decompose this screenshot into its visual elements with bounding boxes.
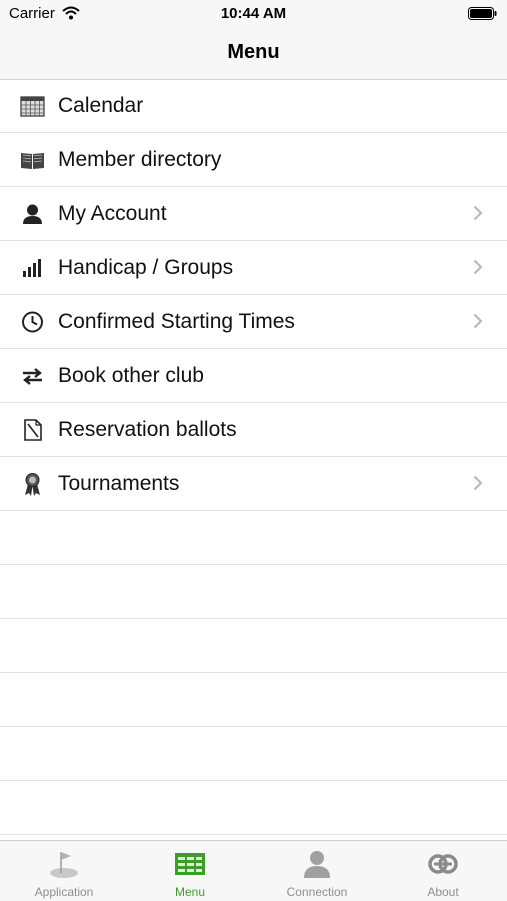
menu-item-label: Calendar: [58, 94, 144, 117]
status-time: 10:44 AM: [220, 5, 287, 22]
award-ribbon-icon: [25, 473, 40, 496]
tab-label: Menu: [174, 885, 206, 899]
tab-connection[interactable]: Connection: [254, 841, 380, 901]
bar-chart-icon: [23, 259, 41, 277]
tab-label: About: [427, 885, 459, 899]
battery-icon: [468, 7, 497, 20]
menu-grid-icon: [175, 853, 205, 875]
chevron-right-icon: [473, 313, 483, 329]
menu-item-confirmed-starting-times[interactable]: Confirmed Starting Times: [0, 295, 507, 349]
empty-row: [0, 727, 507, 781]
calendar-icon: [20, 96, 45, 117]
menu-item-label: Handicap / Groups: [58, 256, 234, 279]
ballot-icon: [24, 419, 42, 441]
menu-item-label: Reservation ballots: [58, 418, 237, 441]
menu-item-label: Member directory: [58, 148, 222, 171]
user-icon: [23, 204, 42, 224]
chevron-right-icon: [473, 259, 483, 275]
tab-menu[interactable]: Menu: [127, 841, 253, 901]
book-icon: [21, 153, 44, 169]
empty-row: [0, 673, 507, 727]
menu-item-tournaments[interactable]: Tournaments: [0, 457, 507, 511]
menu-list: Calendar Member directory My Account Han…: [0, 79, 507, 835]
menu-item-label: Book other club: [58, 364, 204, 387]
chevron-right-icon: [473, 475, 483, 491]
menu-item-reservation-ballots[interactable]: Reservation ballots: [0, 403, 507, 457]
menu-item-label: Confirmed Starting Times: [58, 310, 295, 333]
empty-row: [0, 565, 507, 619]
golf-flag-icon: [50, 852, 78, 878]
tab-label: Connection: [286, 885, 348, 899]
tab-bar: Application Menu Connection About: [0, 840, 507, 901]
person-icon: [304, 851, 330, 878]
tab-about[interactable]: About: [380, 841, 506, 901]
status-bar: Carrier 10:44 AM: [0, 0, 507, 28]
menu-item-calendar[interactable]: Calendar: [0, 79, 507, 133]
empty-row: [0, 619, 507, 673]
menu-item-label: My Account: [58, 202, 167, 225]
clock-icon: [22, 311, 43, 333]
page-title: Menu: [227, 41, 280, 63]
empty-row: [0, 781, 507, 835]
menu-item-label: Tournaments: [58, 472, 180, 495]
menu-item-member-directory[interactable]: Member directory: [0, 133, 507, 187]
menu-item-my-account[interactable]: My Account: [0, 187, 507, 241]
swap-arrows-icon: [23, 368, 42, 385]
tab-application[interactable]: Application: [1, 841, 127, 901]
tab-label: Application: [34, 885, 94, 899]
about-logo-icon: [428, 854, 458, 874]
navigation-bar: Menu: [0, 28, 507, 80]
menu-item-handicap-groups[interactable]: Handicap / Groups: [0, 241, 507, 295]
chevron-right-icon: [473, 205, 483, 221]
menu-item-book-other-club[interactable]: Book other club: [0, 349, 507, 403]
empty-row: [0, 511, 507, 565]
